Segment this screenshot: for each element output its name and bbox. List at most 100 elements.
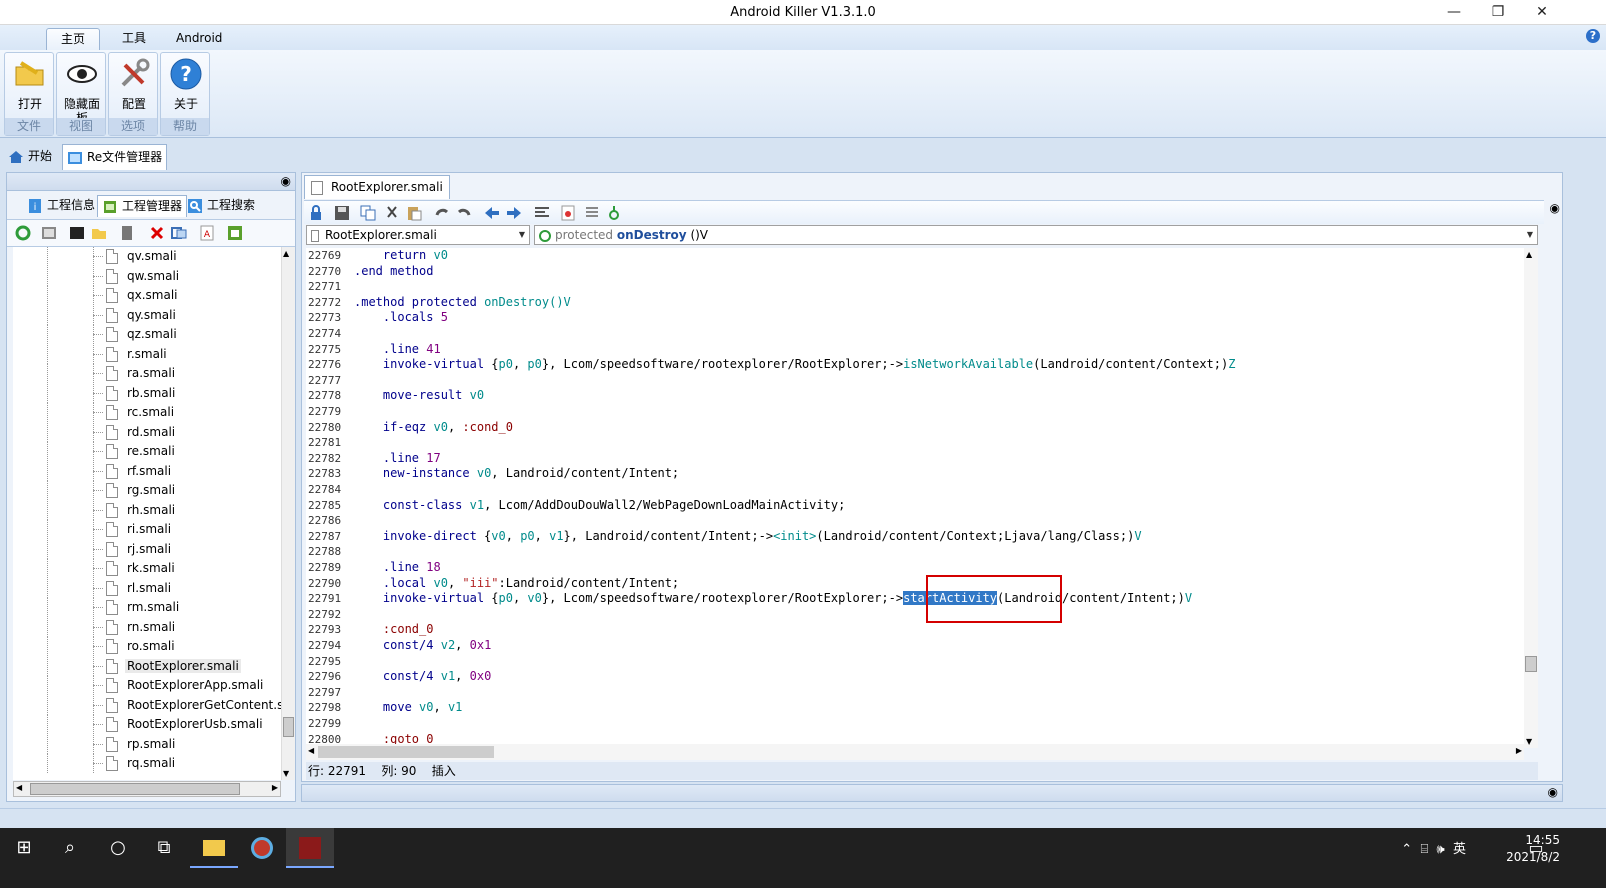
java-icon[interactable] <box>560 205 576 221</box>
open-button[interactable]: 打开 <box>7 55 53 111</box>
back-arrow-icon[interactable] <box>484 205 500 221</box>
task-view-icon[interactable]: ⧉ <box>140 828 188 868</box>
cut-icon[interactable] <box>384 205 400 221</box>
tree-item[interactable]: rq.smali <box>13 754 281 773</box>
copy-icon[interactable] <box>360 205 376 221</box>
format-icon[interactable] <box>534 205 550 221</box>
code-line: 22791 invoke-virtual {p0, v0}, Lcom/spee… <box>306 591 1538 607</box>
tree-item[interactable]: rf.smali <box>13 461 281 481</box>
tree-horizontal-scrollbar[interactable]: ◀ ▶ <box>13 781 281 797</box>
chevron-up-icon[interactable]: ⌃ <box>1401 842 1412 857</box>
file-icon <box>106 600 118 615</box>
tree-item[interactable]: qz.smali <box>13 325 281 344</box>
config-button[interactable]: 配置 <box>111 55 157 111</box>
group-file: 打开 文件 <box>4 52 54 136</box>
line-number: 22787 <box>308 529 342 543</box>
close-button[interactable]: ✕ <box>1520 0 1564 25</box>
file-icon <box>106 463 118 479</box>
tree-item[interactable]: RootExplorerGetContent.s <box>13 695 281 715</box>
image-icon[interactable] <box>41 225 57 241</box>
undo-icon[interactable] <box>434 205 450 221</box>
tab-home[interactable]: 主页 <box>46 28 101 50</box>
save-icon[interactable] <box>334 205 350 221</box>
eye-toggle-icon[interactable]: ◉ <box>281 174 291 188</box>
ribbon: 打开 文件 隐藏面板 视图 配置 选项 ? 关于 帮助 <box>0 50 1606 138</box>
code-horizontal-scrollbar[interactable]: ◀ ▶ <box>306 744 1524 760</box>
tree-item[interactable]: rj.smali <box>13 539 281 559</box>
cortana-icon[interactable]: ○ <box>94 828 142 868</box>
code-editor[interactable]: 22769 return v0 22770 .end method 22771 2277… <box>306 248 1538 748</box>
windows-start-icon[interactable]: ⊞ <box>0 828 48 868</box>
tree-item[interactable]: qy.smali <box>13 305 281 325</box>
tree-item[interactable]: qw.smali <box>13 266 281 286</box>
tree-item[interactable]: qx.smali <box>13 286 281 305</box>
tab-re-manager[interactable]: Re文件管理器 <box>62 144 168 170</box>
method-select[interactable]: protected onDestroy ()V ▼ <box>534 225 1538 245</box>
tree-item[interactable]: rn.smali <box>13 617 281 637</box>
book-icon[interactable] <box>119 225 135 241</box>
tab-start[interactable]: 开始 <box>4 144 56 170</box>
code-line: 22786 <box>306 513 1538 529</box>
notification-icon[interactable]: ▭ <box>1512 828 1560 868</box>
code-line: 22777 <box>306 373 1538 389</box>
refresh-icon[interactable] <box>15 225 31 241</box>
delete-icon[interactable] <box>149 225 165 241</box>
line-number: 22773 <box>308 311 342 325</box>
editor-tab[interactable]: RootExplorer.smali <box>304 175 450 199</box>
file-explorer-icon[interactable] <box>190 828 238 868</box>
tree-item[interactable]: rb.smali <box>13 383 281 403</box>
paste-icon[interactable] <box>406 205 422 221</box>
browser-icon[interactable] <box>238 828 286 868</box>
output-eye-icon[interactable]: ◉ <box>1548 785 1558 799</box>
folder-search-icon[interactable] <box>91 225 107 241</box>
tree-item[interactable]: RootExplorerApp.smali <box>13 676 281 695</box>
tree-item[interactable]: rk.smali <box>13 559 281 578</box>
file-select-value: RootExplorer.smali <box>325 228 437 242</box>
terminal-icon[interactable] <box>69 225 85 241</box>
about-button[interactable]: ? 关于 <box>163 55 209 111</box>
android-build-icon[interactable] <box>227 225 243 241</box>
file-select[interactable]: RootExplorer.smali ▼ <box>306 225 530 245</box>
network-icon[interactable]: ⌸ <box>1420 842 1428 857</box>
lock-icon[interactable] <box>308 205 324 221</box>
tree-item[interactable]: ra.smali <box>13 364 281 383</box>
tree-item[interactable]: rm.smali <box>13 598 281 617</box>
forward-arrow-icon[interactable] <box>506 205 522 221</box>
tab-project-search[interactable]: 工程搜索 <box>183 195 259 217</box>
hide-panel-button[interactable]: 隐藏面板 <box>59 55 105 125</box>
list-icon[interactable] <box>584 205 600 221</box>
tab-tools[interactable]: 工具 <box>108 28 160 50</box>
tree-item[interactable]: ri.smali <box>13 520 281 539</box>
tree-item[interactable]: qv.smali <box>13 247 281 266</box>
android-killer-taskbar-icon[interactable] <box>286 828 334 868</box>
ime-indicator[interactable]: 英 <box>1453 842 1466 857</box>
copy-icon[interactable] <box>171 225 187 241</box>
tab-project-manager[interactable]: 工程管理器 <box>97 195 188 217</box>
tree-item[interactable]: rd.smali <box>13 422 281 442</box>
tab-android[interactable]: Android <box>162 28 236 50</box>
tree-item[interactable]: rl.smali <box>13 578 281 598</box>
tree-item[interactable]: RootExplorerUsb.smali <box>13 715 281 734</box>
tree-item[interactable]: rg.smali <box>13 481 281 500</box>
editor-eye-icon[interactable]: ◉ <box>1550 201 1560 215</box>
tree-vertical-scrollbar[interactable]: ▲ ▼ <box>281 247 295 780</box>
tree-item[interactable]: r.smali <box>13 344 281 364</box>
code-vertical-scrollbar[interactable]: ▲ ▼ <box>1524 248 1538 748</box>
tree-item[interactable]: rc.smali <box>13 403 281 422</box>
restore-button[interactable]: ❐ <box>1476 0 1520 25</box>
tree-item[interactable]: rh.smali <box>13 500 281 520</box>
tree-item[interactable]: RootExplorer.smali <box>13 656 281 676</box>
document-tabs: 开始 Re文件管理器 <box>0 141 1606 170</box>
tree-item[interactable]: re.smali <box>13 442 281 461</box>
line-number: 22774 <box>308 327 342 340</box>
tree-item[interactable]: ro.smali <box>13 637 281 656</box>
search-icon[interactable]: ⌕ <box>46 828 94 868</box>
run-icon[interactable] <box>606 205 622 221</box>
tab-project-info[interactable]: i 工程信息 <box>23 195 99 217</box>
redo-icon[interactable] <box>456 205 472 221</box>
minimize-button[interactable]: — <box>1432 0 1476 25</box>
tree-item[interactable]: rp.smali <box>13 734 281 754</box>
help-icon[interactable]: ? <box>1586 29 1600 43</box>
volume-icon[interactable]: 🕪 <box>1437 842 1445 857</box>
text-icon[interactable]: A <box>199 225 215 241</box>
